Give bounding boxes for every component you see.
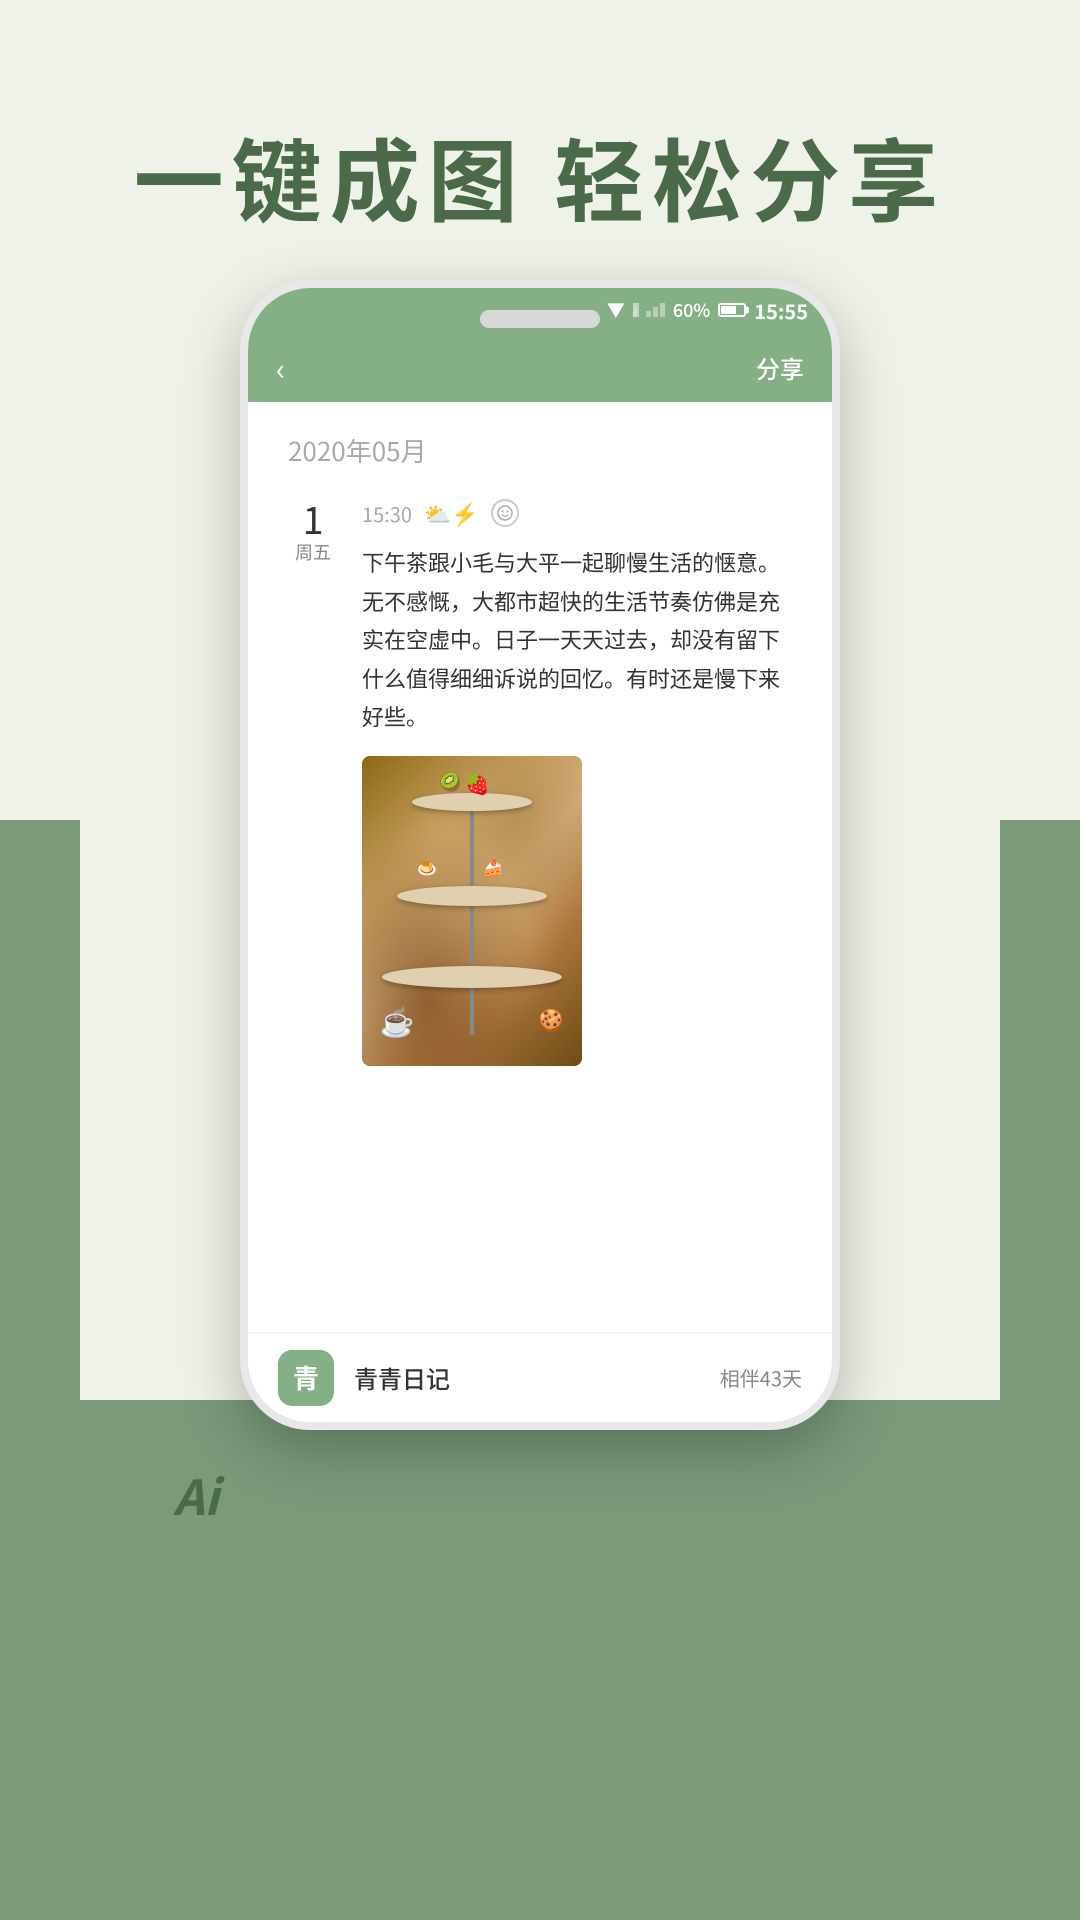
headline: 一键成图 轻松分享 <box>0 110 1080 240</box>
cookie-icon: 🍪 <box>537 1003 564 1035</box>
app-name-label: 青青日记 <box>354 1360 450 1395</box>
teacup-icon: ☕ <box>380 1001 415 1041</box>
volume-up-button <box>240 528 248 598</box>
entry-column: 15:30 ⛅⚡ 下午茶跟小毛与大平一起 <box>362 497 792 1066</box>
mute-button <box>240 458 248 508</box>
strawberry-icon: 🍓 <box>465 768 490 797</box>
phone-speaker <box>480 310 600 328</box>
signal-icon <box>633 303 638 317</box>
back-button[interactable]: ‹ <box>276 352 285 382</box>
status-icons: ▼ 60% 15:55 <box>607 296 808 325</box>
content-area: 2020年05月 1 周五 15:30 ⛅⚡ <box>248 402 832 1422</box>
entry-meta: 15:30 ⛅⚡ <box>362 497 792 529</box>
kiwi-icon: 🥝 <box>439 768 461 794</box>
tea-illustration: 🍓 🥝 🍮 🍰 ☕ 🍪 <box>362 756 582 1066</box>
date-column: 1 周五 <box>288 497 338 1066</box>
month-label: 2020年05月 <box>288 432 792 469</box>
entry-time: 15:30 <box>362 499 412 528</box>
mood-icon <box>491 499 519 527</box>
phone-footer: 青 青青日记 相伴43天 <box>248 1332 832 1422</box>
phone-body: ▼ 60% 15:55 <box>240 280 840 1430</box>
status-time: 15:55 <box>754 296 808 325</box>
battery-percent: 60% <box>673 297 710 323</box>
battery-icon <box>718 303 746 317</box>
side-strip-right <box>1000 820 1080 1400</box>
weather-icon: ⛅⚡ <box>424 497 479 529</box>
power-button <box>832 488 840 558</box>
share-button[interactable]: 分享 <box>756 350 804 385</box>
pastry-icon: 🍮 <box>417 855 437 879</box>
phone-mockup: ▼ 60% 15:55 <box>240 280 840 1830</box>
app-bar: ‹ 分享 <box>248 332 832 402</box>
app-icon: 青 <box>278 1350 334 1406</box>
entry-photo: 🍓 🥝 🍮 🍰 ☕ 🍪 <box>362 756 582 1066</box>
signal2-icon <box>646 303 665 317</box>
cake-icon: 🍰 <box>483 855 503 879</box>
ai-badge: Ai <box>155 1448 237 1540</box>
phone-screen: ▼ 60% 15:55 <box>248 288 832 1422</box>
companion-label: 相伴43天 <box>720 1363 802 1392</box>
ai-label: Ai <box>173 1459 218 1529</box>
diary-entry: 1 周五 15:30 ⛅⚡ <box>288 497 792 1066</box>
volume-down-button <box>240 618 248 688</box>
side-strip-left <box>0 820 80 1400</box>
wifi-icon: ▼ <box>607 297 625 323</box>
date-day: 1 <box>302 497 323 539</box>
entry-text: 下午茶跟小毛与大平一起聊慢生活的惬意。无不感慨，大都市超快的生活节奏仿佛是充实在… <box>362 543 792 736</box>
date-weekday: 周五 <box>295 539 331 565</box>
